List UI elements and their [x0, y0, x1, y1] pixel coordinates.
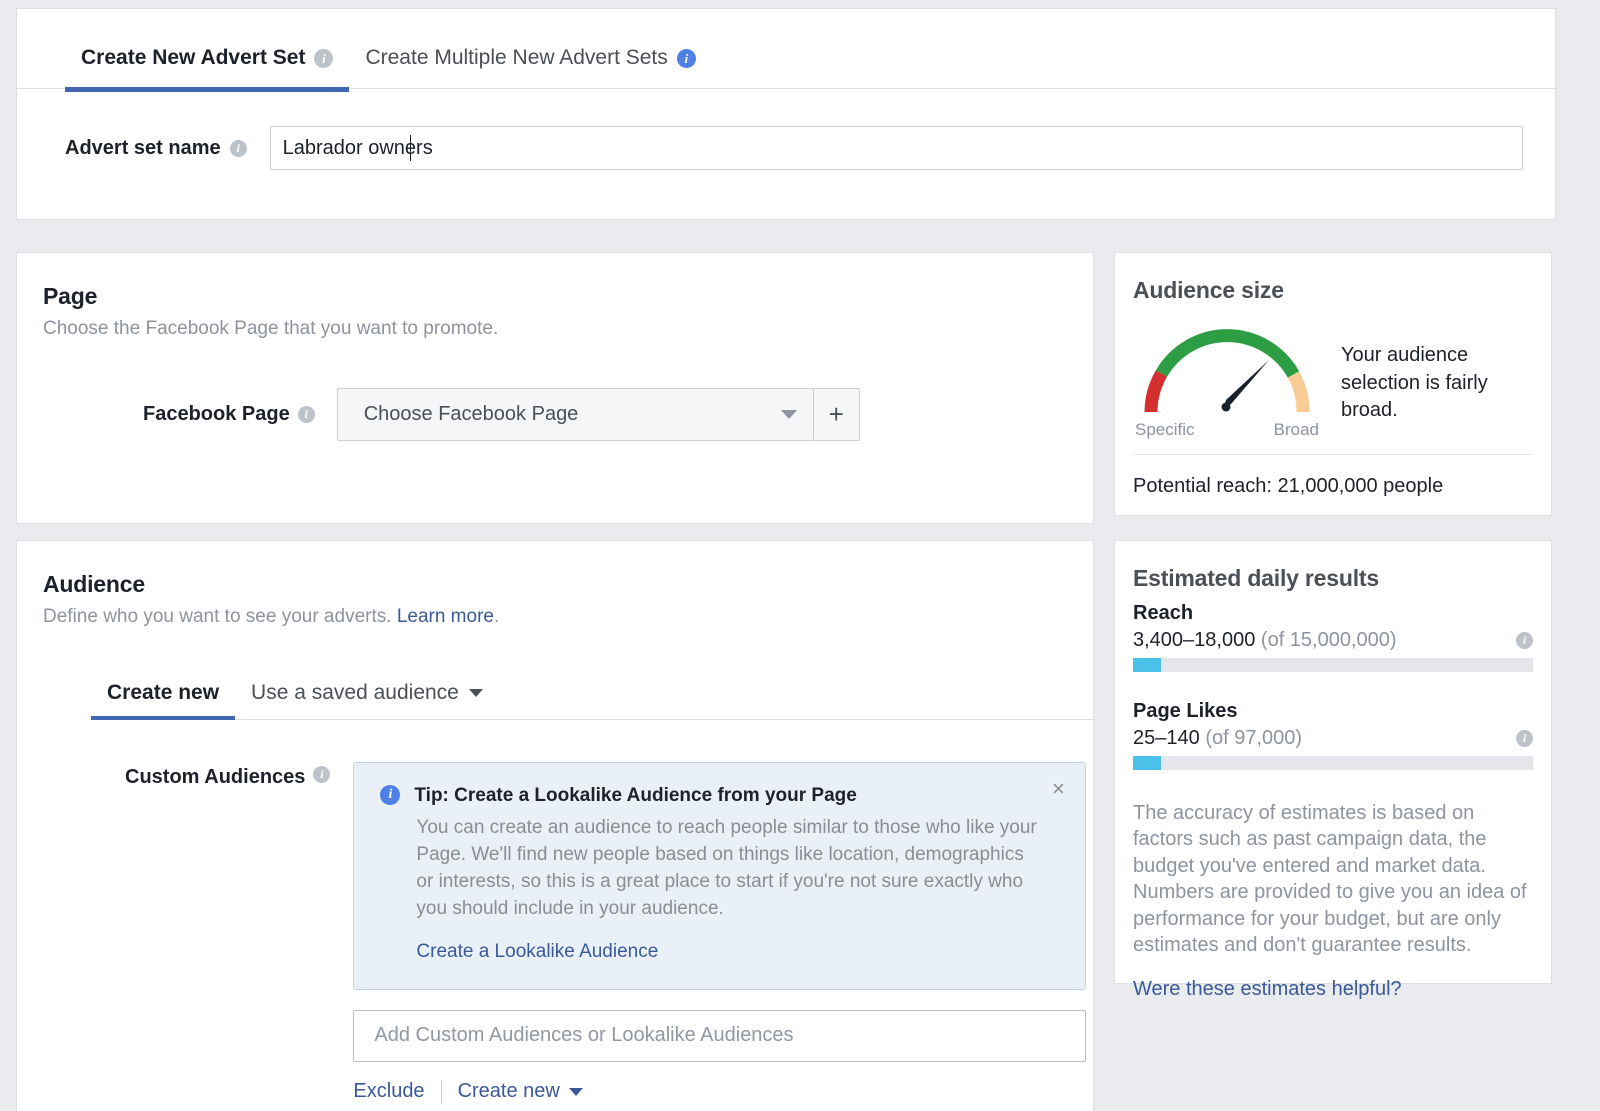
chevron-down-icon [568, 1087, 583, 1096]
advert-set-name-row: Advert set name i [17, 89, 1555, 170]
lookalike-tip-box: i Tip: Create a Lookalike Audience from … [353, 762, 1087, 990]
tab-create-multiple-advert-sets[interactable]: Create Multiple New Advert Sets i [349, 46, 711, 88]
facebook-page-label-text: Facebook Page [143, 403, 290, 425]
tab-create-new-audience-label: Create new [107, 681, 220, 704]
exclude-link[interactable]: Exclude [353, 1080, 424, 1103]
facebook-page-select-value: Choose Facebook Page [363, 403, 579, 425]
estimates-disclaimer: The accuracy of estimates is based on fa… [1133, 802, 1527, 956]
advert-set-name-input-wrap [247, 126, 1523, 170]
info-icon[interactable]: i [297, 406, 315, 423]
tab-use-saved-audience-label: Use a saved audience [251, 681, 459, 704]
audience-section-card: Audience Define who you want to see your… [16, 540, 1095, 1111]
info-icon-blue[interactable]: i [676, 48, 696, 68]
facebook-page-label: Facebook Page i [143, 403, 315, 426]
audience-subtitle-text: Define who you want to see your adverts. [43, 606, 392, 627]
estimates-feedback-link[interactable]: Were these estimates helpful? [1133, 978, 1551, 1001]
info-icon-blue: i [380, 785, 401, 805]
info-icon[interactable]: i [314, 48, 334, 68]
lookalike-tip-heading-row: i Tip: Create a Lookalike Audience from … [380, 785, 1037, 807]
audience-size-title: Audience size [1133, 277, 1284, 303]
custom-audiences-label: Custom Audiences i [125, 762, 331, 1104]
estimated-results-title: Estimated daily results [1133, 565, 1379, 591]
audience-size-gauge: Specific Broad [1127, 318, 1327, 440]
custom-audiences-links: Exclude Create new [353, 1079, 1086, 1104]
potential-reach-text: Potential reach: 21,000,000 people [1133, 475, 1444, 497]
create-new-audience-link[interactable]: Create new [458, 1080, 583, 1103]
lookalike-tip-heading: Tip: Create a Lookalike Audience from yo… [414, 785, 857, 806]
divider [440, 1079, 442, 1104]
page-section-title: Page [43, 283, 98, 309]
metric-name-page-likes: Page Likes [1133, 700, 1238, 722]
page-section-subtitle: Choose the Facebook Page that you want t… [43, 318, 499, 339]
audience-size-message: Your audience selection is fairly broad. [1341, 344, 1488, 422]
gauge-min-label: Specific [1135, 420, 1195, 439]
page-section-card: Page Choose the Facebook Page that you w… [16, 252, 1094, 524]
advert-set-tabs: Create New Advert Set i Create Multiple … [17, 9, 1555, 92]
facebook-page-select[interactable]: Choose Facebook Page [336, 388, 814, 441]
learn-more-link[interactable]: Learn more [397, 606, 494, 627]
lookalike-tip-body: You can create an audience to reach peop… [416, 817, 1037, 919]
custom-audiences-label-text: Custom Audiences [125, 766, 306, 788]
gauge-max-label: Broad [1273, 420, 1319, 439]
audience-section-subtitle: Define who you want to see your adverts.… [43, 606, 1093, 628]
info-icon[interactable]: i [1516, 632, 1533, 649]
plus-icon: + [828, 399, 844, 429]
add-facebook-page-button[interactable]: + [812, 388, 860, 441]
advert-set-header-panel: Create New Advert Set i Create Multiple … [16, 8, 1556, 220]
advert-set-name-label: Advert set name i [65, 137, 247, 160]
divider [1133, 454, 1533, 455]
facebook-page-row: Facebook Page i Choose Facebook Page + [143, 388, 1093, 441]
tab-create-new-advert-set[interactable]: Create New Advert Set i [65, 46, 350, 92]
custom-audiences-row: Custom Audiences i i Tip: Create a Looka… [17, 762, 1093, 1104]
metric-range-reach: 3,400–18,000 [1133, 629, 1256, 651]
metric-range-page-likes: 25–140 [1133, 727, 1200, 749]
metric-total-reach: (of 15,000,000) [1260, 629, 1397, 651]
advert-set-name-input[interactable] [269, 126, 1523, 170]
audience-size-gauge-row: Specific Broad Your audience selection i… [1127, 318, 1551, 440]
text-caret [409, 135, 412, 161]
advert-set-name-label-text: Advert set name [65, 136, 221, 159]
metric-bar-page-likes [1133, 756, 1533, 770]
info-icon[interactable]: i [313, 766, 331, 783]
audience-mode-tabs: Create new Use a saved audience [91, 672, 1095, 720]
tab-create-multiple-advert-sets-label: Create Multiple New Advert Sets [365, 46, 668, 69]
metric-value-page-likes: 25–140 (of 97,000) [1133, 727, 1516, 750]
chevron-down-icon [780, 410, 797, 419]
custom-audiences-input[interactable] [353, 1009, 1087, 1062]
metric-value-reach: 3,400–18,000 (of 15,000,000) [1133, 629, 1516, 652]
create-lookalike-audience-link[interactable]: Create a Lookalike Audience [416, 941, 1037, 963]
tab-use-saved-audience[interactable]: Use a saved audience [235, 681, 499, 719]
facebook-advert-set-page: Create New Advert Set i Create Multiple … [0, 0, 1600, 1111]
gauge-labels: Specific Broad [1135, 420, 1319, 440]
info-icon[interactable]: i [1516, 730, 1533, 747]
chevron-down-icon [468, 689, 483, 697]
metric-name-reach: Reach [1133, 602, 1194, 624]
metric-value-row-reach: 3,400–18,000 (of 15,000,000) i [1133, 629, 1533, 652]
custom-audiences-controls: i Tip: Create a Lookalike Audience from … [353, 762, 1087, 1104]
tab-create-new-advert-set-label: Create New Advert Set [81, 46, 306, 69]
metric-bar-reach [1133, 658, 1533, 672]
audience-size-panel: Audience size Specific Broad Your audien… [1114, 252, 1552, 516]
audience-subtitle-period: . [493, 606, 500, 627]
estimated-results-panel: Estimated daily results Reach 3,400–18,0… [1114, 540, 1552, 1000]
info-icon[interactable]: i [229, 139, 247, 157]
gauge-svg [1144, 329, 1310, 413]
close-icon[interactable]: × [1047, 778, 1069, 801]
create-new-audience-link-label: Create new [457, 1080, 560, 1103]
tab-create-new-audience[interactable]: Create new [91, 681, 236, 720]
audience-section-title: Audience [43, 571, 145, 597]
metric-total-page-likes: (of 97,000) [1205, 727, 1303, 749]
metric-value-row-page-likes: 25–140 (of 97,000) i [1133, 727, 1533, 750]
